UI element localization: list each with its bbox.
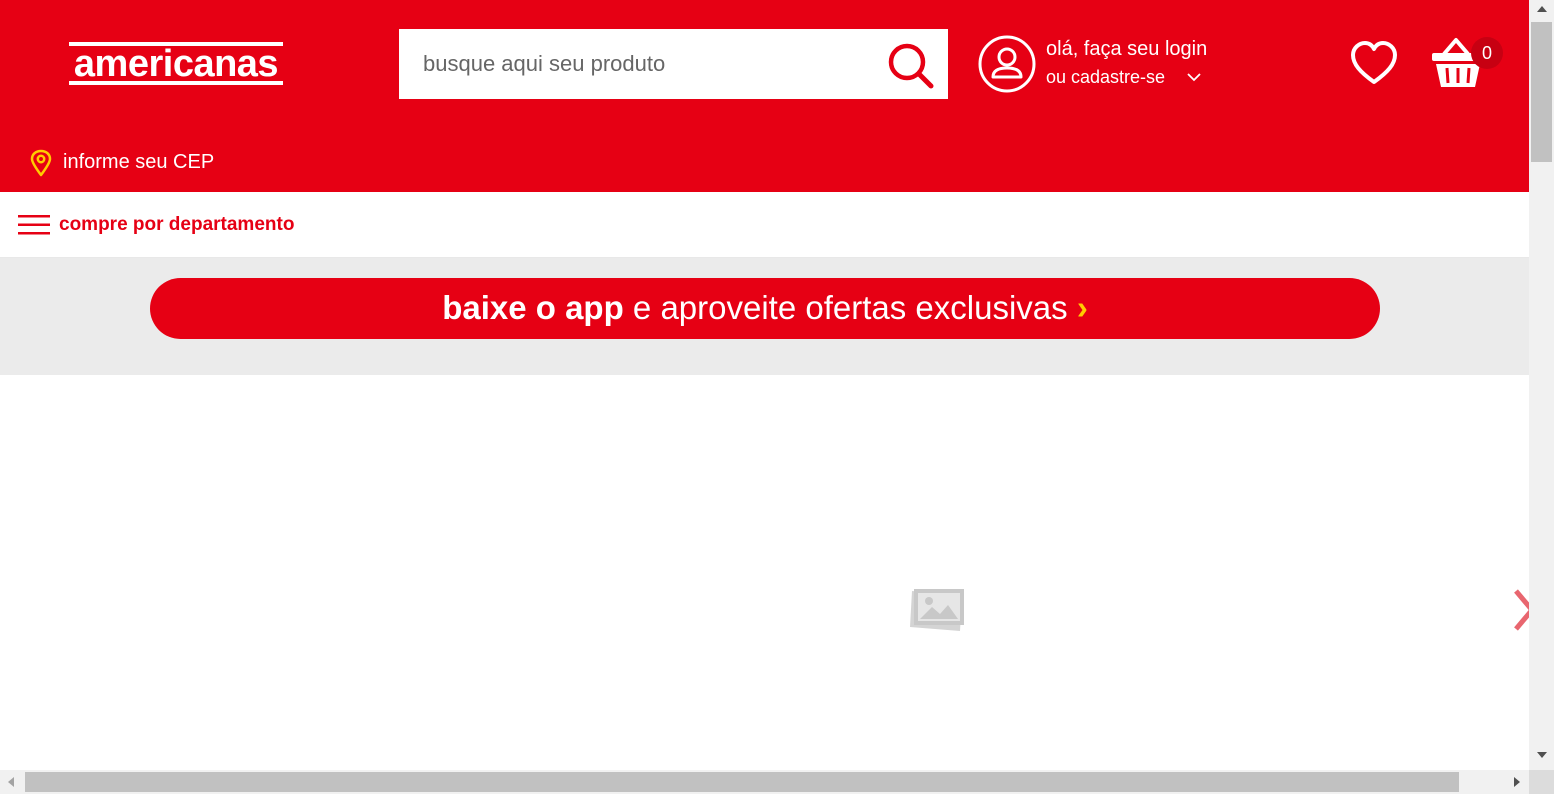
carousel-next-arrow[interactable] (1512, 589, 1529, 631)
location-pin-icon (30, 149, 52, 177)
logo-wordmark: americanas (73, 43, 279, 85)
department-bar: compre por departamento (0, 192, 1529, 258)
heart-icon[interactable] (1350, 40, 1398, 86)
scrollbar-corner (1529, 770, 1554, 794)
search-box (399, 29, 948, 99)
hero-carousel (0, 375, 1529, 770)
vertical-scroll-thumb[interactable] (1531, 22, 1552, 162)
scroll-left-arrow-icon[interactable] (8, 777, 14, 787)
americanas-logo[interactable]: americanas (69, 42, 283, 86)
department-menu-label: compre por departamento (59, 214, 295, 235)
hamburger-menu-icon (18, 215, 50, 235)
horizontal-scrollbar[interactable] (0, 770, 1529, 794)
app-banner-section: baixe o app e aproveite ofertas exclusiv… (0, 258, 1529, 375)
scroll-up-arrow-icon[interactable] (1537, 6, 1547, 12)
horizontal-scroll-thumb[interactable] (25, 772, 1459, 792)
search-icon[interactable] (886, 41, 934, 89)
user-icon (978, 35, 1036, 93)
search-input[interactable] (399, 29, 869, 99)
cep-label: informe seu CEP (63, 151, 215, 173)
chevron-right-icon: › (1076, 289, 1088, 326)
app-banner-bold: baixe o app (442, 289, 624, 326)
page-viewport: americanas olá, faça seu login ou cadast… (0, 0, 1529, 770)
chevron-down-icon (1187, 73, 1201, 82)
login-greeting: olá, faça seu login (1046, 38, 1208, 60)
cart-count-badge: 0 (1471, 37, 1503, 69)
image-placeholder-icon (910, 589, 964, 631)
app-banner-text: baixe o app e aproveite ofertas exclusiv… (150, 278, 1380, 338)
account-login[interactable]: olá, faça seu login ou cadastre-se (978, 35, 1238, 93)
scroll-right-arrow-icon[interactable] (1514, 777, 1520, 787)
logo-bottom-rule (69, 81, 283, 85)
download-app-banner[interactable]: baixe o app e aproveite ofertas exclusiv… (150, 278, 1380, 339)
app-banner-rest: e aproveite ofertas exclusivas (623, 289, 1077, 326)
site-header: americanas olá, faça seu login ou cadast… (0, 0, 1529, 192)
register-link[interactable]: ou cadastre-se (1046, 67, 1165, 88)
vertical-scrollbar[interactable] (1529, 0, 1554, 770)
scroll-down-arrow-icon[interactable] (1537, 752, 1547, 758)
